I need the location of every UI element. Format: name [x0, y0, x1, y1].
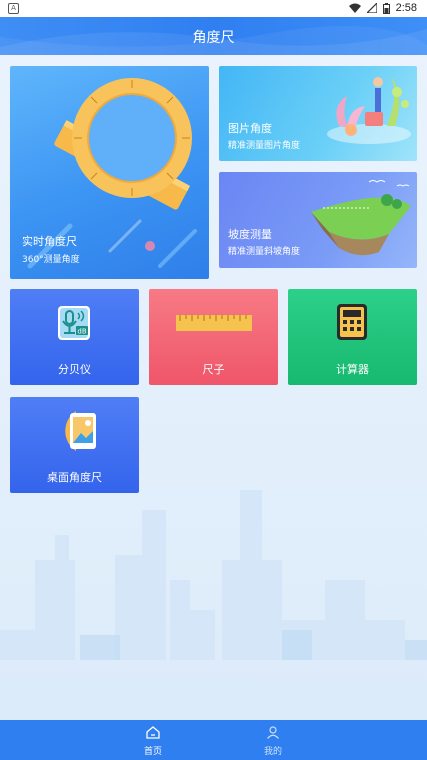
ruler-icon — [176, 315, 252, 331]
battery-icon — [382, 2, 390, 14]
realtime-angle-card[interactable]: 实时角度尺 360°测量角度 — [10, 66, 209, 279]
calculator-card[interactable]: 计算器 — [288, 289, 417, 385]
realtime-card-subtitle: 360°测量角度 — [22, 255, 80, 265]
slope-card-title: 坡度测量 — [228, 228, 272, 241]
slope-card-subtitle: 精准测量斜坡角度 — [228, 247, 301, 257]
decibel-icon-text: dB — [77, 328, 86, 336]
wifi-icon — [348, 3, 361, 13]
ruler-card[interactable]: 尺子 — [149, 289, 278, 385]
nav-home-label: 首页 — [143, 747, 162, 757]
desktop-protractor-icon — [65, 411, 96, 451]
ruler-card-title: 尺子 — [202, 363, 225, 376]
status-time: 2:58 — [395, 2, 417, 14]
page-title: 角度尺 — [192, 30, 235, 46]
nav-item-mine[interactable]: 我的 — [213, 720, 333, 760]
photo-card-subtitle: 精准测量图片角度 — [228, 141, 301, 151]
status-bar: A 2:58 — [0, 0, 427, 17]
nav-item-home[interactable]: 首页 — [93, 720, 213, 760]
notification-icon: A — [8, 3, 19, 14]
decibel-card-title: 分贝仪 — [58, 363, 91, 376]
photo-angle-card[interactable]: 图片角度 精准测量图片角度 — [219, 66, 417, 161]
home-icon — [146, 726, 160, 739]
realtime-card-title: 实时角度尺 — [22, 235, 77, 248]
decibel-meter-card[interactable]: dB 分贝仪 — [10, 289, 139, 385]
city-skyline-background — [0, 490, 427, 720]
app-header: 角度尺 — [0, 17, 427, 55]
calculator-card-title: 计算器 — [336, 363, 369, 376]
calculator-icon — [337, 304, 367, 340]
nav-mine-label: 我的 — [263, 747, 282, 757]
signal-icon — [366, 3, 377, 13]
slope-measure-card[interactable]: 坡度测量 精准测量斜坡角度 — [219, 172, 417, 268]
user-icon — [267, 726, 279, 739]
decibel-icon: dB — [58, 306, 90, 340]
photo-card-title: 图片角度 — [228, 122, 272, 135]
bottom-navigation: 首页 我的 — [0, 720, 427, 760]
